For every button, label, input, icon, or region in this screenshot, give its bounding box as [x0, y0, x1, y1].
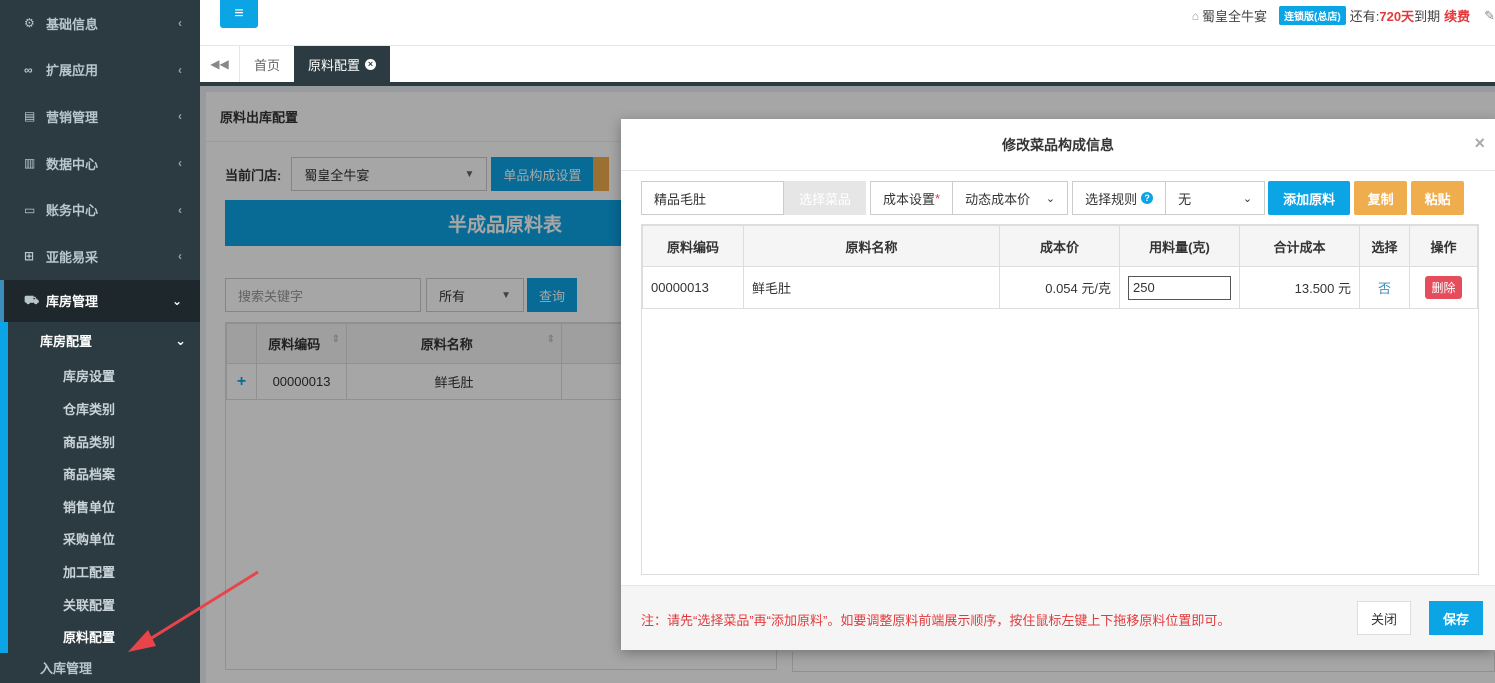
rule-label: 选择规则 ? [1072, 181, 1166, 215]
close-icon[interactable]: × [1474, 133, 1485, 154]
modal-footer: 注：请先“选择菜品”再“添加原料”。如要调整原料前端展示顺序，按住鼠标左键上下拖… [621, 585, 1495, 650]
cost-select-value: 动态成本价 [965, 191, 1031, 207]
cell-qty: 250 [1119, 266, 1240, 309]
cell-total: 13.500 元 [1239, 266, 1360, 309]
store-name: 蜀皇全牛宴 [1202, 9, 1268, 24]
chevron-down-icon: ⌄ [1045, 192, 1056, 205]
close-button[interactable]: 关闭 [1357, 601, 1411, 635]
dish-name-input[interactable]: 精品毛肚 [641, 181, 784, 215]
cell-code: 00000013 [642, 266, 744, 309]
modal-toolbar: 精品毛肚 选择菜品 成本设置 * 动态成本价 ⌄ 选择规则 ? 无 ⌄ 添加原料 … [641, 181, 1465, 215]
tab-bar: ◀◀ 首页 原料配置 × [200, 46, 1495, 86]
required-mark: * [935, 190, 941, 206]
table-header: 选择 [1359, 225, 1410, 267]
instruction-note: 注：请先“选择菜品”再“添加原料”。如要调整原料前端展示顺序，按住鼠标左键上下拖… [641, 613, 1231, 628]
modal-title: 修改菜品构成信息 [1002, 136, 1114, 153]
table-header: 操作 [1409, 225, 1478, 267]
save-button[interactable]: 保存 [1429, 601, 1483, 635]
select-dish-button[interactable]: 选择菜品 [784, 181, 866, 215]
select-toggle[interactable]: 否 [1359, 266, 1410, 309]
paste-button[interactable]: 粘贴 [1411, 181, 1465, 215]
edit-dish-modal: 修改菜品构成信息 × 精品毛肚 选择菜品 成本设置 * 动态成本价 ⌄ 选择规则 … [621, 119, 1495, 650]
rule-select-value: 无 [1178, 191, 1192, 207]
quantity-input[interactable]: 250 [1128, 275, 1231, 300]
add-material-button[interactable]: 添加原料 [1268, 181, 1351, 215]
table-header: 原料编码 [642, 225, 744, 267]
annotation-arrow [128, 570, 259, 652]
table-header: 用料量(克) [1119, 225, 1240, 267]
edit-icon[interactable]: ✎ [1484, 8, 1495, 24]
table-header: 原料名称 [743, 225, 1000, 267]
remaining-days: 720天 [1379, 9, 1415, 24]
cost-label-text: 成本设置 [883, 191, 936, 207]
home-icon: ⌂ [1191, 8, 1200, 23]
tab-label: 原料配置 [308, 57, 361, 73]
table-header: 成本价 [999, 225, 1120, 267]
rule-label-text: 选择规则 [1085, 191, 1138, 207]
chevron-down-icon: ⌄ [1242, 192, 1253, 205]
close-icon[interactable]: × [365, 58, 377, 70]
tab-material-config[interactable]: 原料配置 × [294, 46, 391, 82]
top-bar: ≡ ⌂ 蜀皇全牛宴 连锁版(总店) 还有: 720天 到期 续费 ✎ [200, 0, 1495, 46]
table-header: 合计成本 [1239, 225, 1360, 267]
cost-setting-label: 成本设置 * [870, 181, 953, 215]
help-icon[interactable]: ? [1141, 192, 1154, 204]
account-status: ⌂ 蜀皇全牛宴 连锁版(总店) 还有: 720天 到期 续费 ✎ [1192, 6, 1495, 25]
composition-table: 原料编码 原料名称 成本价 用料量(克) 合计成本 选择 操作 00000013… [641, 224, 1479, 575]
edition-badge: 连锁版(总店) [1279, 6, 1346, 25]
cost-select[interactable]: 动态成本价 ⌄ [952, 181, 1069, 215]
cell-action: 删除 [1409, 266, 1478, 309]
delete-button[interactable]: 删除 [1425, 276, 1462, 299]
cell-name: 鲜毛肚 [743, 266, 1000, 309]
expire-label: 到期 [1414, 9, 1441, 24]
copy-button[interactable]: 复制 [1354, 181, 1408, 215]
renew-link[interactable]: 续费 [1444, 6, 1470, 25]
rule-select[interactable]: 无 ⌄ [1165, 181, 1266, 215]
modal-header: 修改菜品构成信息 × [621, 119, 1495, 171]
remain-prefix: 还有: [1349, 9, 1380, 24]
cell-price: 0.054 元/克 [999, 266, 1120, 309]
table-row[interactable]: 00000013 鲜毛肚 0.054 元/克 250 13.500 元 否 删除 [642, 266, 1478, 309]
